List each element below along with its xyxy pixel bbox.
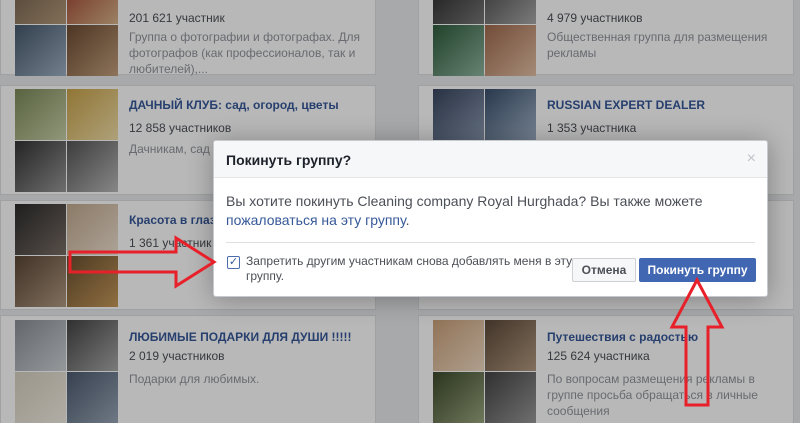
prevent-readd-label[interactable]: Запретить другим участникам снова добавл… bbox=[246, 254, 576, 284]
dialog-header: Покинуть группу? × bbox=[214, 141, 767, 178]
dialog-message-text: Вы хотите покинуть Cleaning company Roya… bbox=[226, 193, 703, 209]
dialog-message: Вы хотите покинуть Cleaning company Roya… bbox=[214, 178, 767, 242]
leave-group-button[interactable]: Покинуть группу bbox=[639, 258, 756, 282]
dialog-divider bbox=[226, 242, 755, 243]
dialog-title: Покинуть группу? bbox=[226, 152, 352, 168]
prevent-readd-checkbox[interactable]: ✓ bbox=[227, 256, 240, 269]
dialog-message-end: . bbox=[405, 212, 410, 228]
dialog-footer: ✓ Запретить другим участникам снова доба… bbox=[226, 251, 756, 291]
leave-group-dialog: Покинуть группу? × Вы хотите покинуть Cl… bbox=[213, 140, 768, 297]
close-icon[interactable]: × bbox=[747, 150, 756, 168]
report-group-link[interactable]: пожаловаться на эту группу bbox=[226, 212, 406, 228]
cancel-button[interactable]: Отмена bbox=[572, 258, 636, 282]
